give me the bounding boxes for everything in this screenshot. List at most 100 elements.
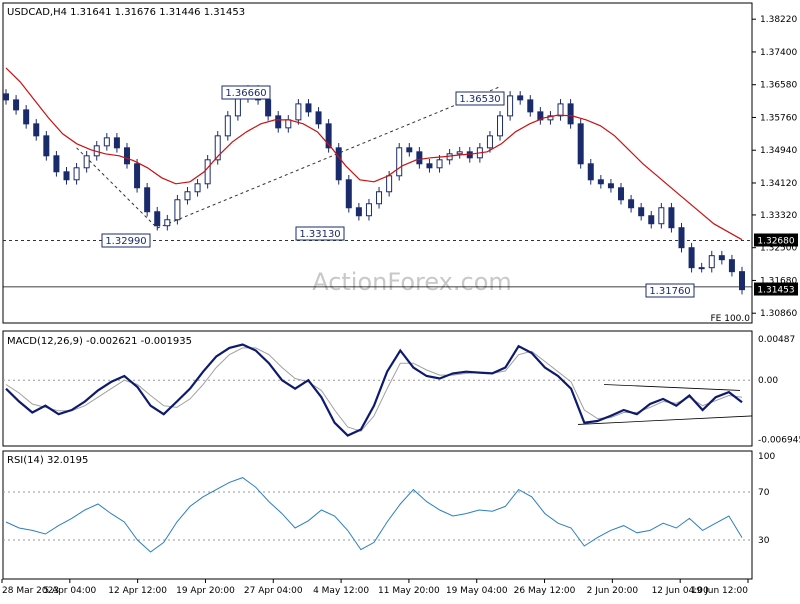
rsi-tick-label-2: 30 — [758, 536, 770, 546]
candle-body — [618, 187, 625, 201]
macd-panel-frame — [2, 330, 753, 447]
candle-body — [113, 137, 120, 149]
price-y-ticks: 1.38220 1.37400 1.36580 1.35760 1.34940 1.341… — [752, 15, 797, 319]
candle-body — [144, 187, 151, 213]
candle-body — [315, 111, 322, 125]
candle-body — [638, 207, 645, 217]
price-tick-label-9: 1.30860 — [760, 309, 797, 319]
candle-body — [305, 103, 312, 113]
candle-body — [527, 99, 534, 113]
x-tick-label-3: 19 Apr 20:00 — [176, 586, 235, 596]
candle-body — [426, 163, 433, 169]
macd-title: MACD(12,26,9) -0.002621 -0.001935 — [7, 336, 192, 347]
candle-body — [194, 183, 201, 193]
x-tick-label-8: 26 May 12:00 — [514, 586, 576, 596]
candle-body — [416, 151, 423, 165]
candle-body — [668, 207, 675, 229]
candle-body — [174, 199, 181, 221]
x-tick-label-7: 19 May 04:00 — [446, 586, 508, 596]
candle-body — [164, 219, 171, 227]
price-tick-label-3: 1.35760 — [760, 113, 797, 123]
price-tick-label-2: 1.36580 — [760, 81, 797, 91]
candle-body — [355, 207, 362, 217]
price-tick-label-5: 1.34120 — [760, 179, 797, 189]
candle-body — [728, 259, 735, 273]
candle-body — [658, 207, 665, 225]
candle-body — [577, 123, 584, 165]
candle-body — [436, 159, 443, 169]
candle-body — [456, 151, 463, 155]
candle-body — [739, 271, 745, 291]
candle-body — [376, 191, 383, 205]
x-tick-label-6: 11 May 20:00 — [378, 586, 440, 596]
symbol-title: USDCAD,H4 1.31641 1.31676 1.31446 1.3145… — [7, 7, 245, 18]
x-tick-label-9: 2 Jun 20:00 — [587, 586, 639, 596]
x-tick-label-2: 12 Apr 12:00 — [108, 586, 167, 596]
fe-label: FE 100.0 — [711, 314, 751, 324]
chart-svg: ActionForex.com USDCAD,H4 1.31641 1.3167… — [1, 2, 800, 596]
candle-body — [295, 103, 302, 121]
candle-body — [275, 115, 282, 129]
macd-tick-label-1: 0.00 — [758, 376, 778, 386]
candle-body — [73, 167, 80, 181]
candle-body — [718, 255, 725, 261]
candle-body — [33, 123, 40, 137]
rsi-title: RSI(14) 32.0195 — [7, 455, 88, 466]
candle-body — [63, 171, 70, 181]
candle-body — [83, 155, 90, 169]
candle-body — [204, 159, 211, 185]
annotation-label-4: 1.31760 — [649, 286, 690, 297]
candle-body — [628, 199, 635, 209]
macd-tick-label-2: -0.006945 — [758, 435, 800, 445]
candle-body — [688, 247, 695, 269]
rsi-tick-label-0: 100 — [758, 452, 775, 462]
candle-body — [497, 115, 504, 137]
candle-body — [285, 119, 292, 129]
candle-body — [597, 179, 604, 185]
watermark: ActionForex.com — [312, 268, 512, 296]
candle-body — [567, 103, 574, 125]
candle-body — [265, 99, 272, 117]
candle-body — [386, 175, 393, 193]
candle-body — [43, 135, 50, 157]
candle-body — [396, 147, 403, 177]
candle-body — [23, 109, 30, 125]
price-tick-label-6: 1.33320 — [760, 211, 797, 221]
candle-body — [3, 93, 9, 101]
candle-body — [507, 95, 514, 117]
candle-body — [557, 103, 564, 117]
candle-body — [648, 215, 655, 225]
candle-body — [607, 183, 614, 189]
annotation-label-1: 1.36530 — [459, 94, 500, 105]
price-tick-label-1: 1.37400 — [760, 48, 797, 58]
candle-body — [365, 203, 372, 217]
candle-body — [517, 95, 524, 101]
candle-body — [335, 147, 342, 181]
x-tick-label-5: 4 May 12:00 — [313, 586, 369, 596]
candle-body — [234, 97, 241, 117]
annotation-label-3: 1.33130 — [299, 229, 340, 240]
chart-window: ActionForex.com USDCAD,H4 1.31641 1.3167… — [0, 0, 800, 600]
candle-body — [224, 115, 231, 137]
candle-body — [698, 267, 705, 270]
annotation-label-2: 1.32990 — [105, 236, 146, 247]
candle-body — [13, 99, 20, 111]
price-tick-label-4: 1.34940 — [760, 146, 797, 156]
candle-body — [345, 179, 352, 209]
x-tick-label-1: 5 Apr 04:00 — [43, 586, 96, 596]
x-tick-label-11: 19 Jun 12:00 — [691, 586, 748, 596]
hline-price-label: 1.32680 — [757, 237, 794, 247]
candle-body — [134, 163, 141, 189]
candle-body — [486, 135, 493, 149]
candle-body — [678, 227, 685, 249]
candle-body — [708, 255, 715, 269]
x-axis-labels: 28 Mar 20235 Apr 04:00 12 Apr 12:00 19 Apr… — [1, 579, 749, 596]
candle-body — [103, 137, 110, 147]
rsi-panel-frame — [2, 450, 753, 580]
last-price-label: 1.31453 — [757, 286, 794, 296]
candle-body — [154, 211, 161, 227]
candle-body — [123, 147, 130, 165]
annotation-label-0: 1.36660 — [225, 88, 266, 99]
candle-body — [53, 155, 60, 173]
rsi-tick-label-1: 70 — [758, 488, 770, 498]
